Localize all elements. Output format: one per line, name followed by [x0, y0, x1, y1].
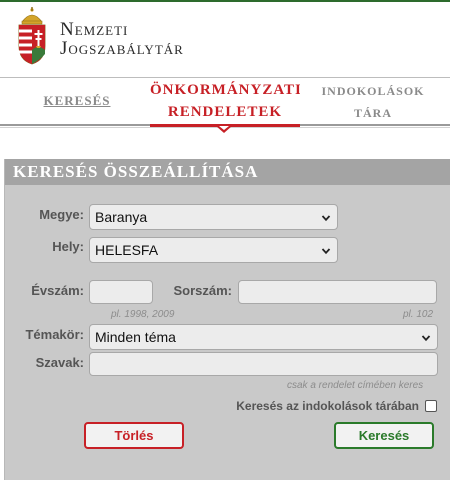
nav-tab-search[interactable]: KERESÉS — [38, 93, 116, 109]
place-select-value: HELESFA — [95, 242, 159, 258]
number-hint: pl. 102 — [403, 309, 434, 320]
nav-tab-local-decrees[interactable]: ÖNKORMÁNYZATI RENDELETEK — [150, 78, 300, 124]
reasons-checkbox-label: Keresés az indokolások tárában — [236, 399, 419, 413]
nav-tab-local-decrees-line2: RENDELETEK — [167, 104, 283, 120]
county-select-value: Baranya — [95, 209, 148, 225]
nav-active-caret-inner — [219, 126, 229, 130]
nav-tab-reasons-line2: TÁRA — [353, 106, 392, 120]
clear-button[interactable]: Törlés — [84, 422, 184, 449]
topic-select[interactable]: Minden téma — [89, 324, 438, 350]
year-hint: pl. 1998, 2009 — [111, 309, 175, 320]
county-label: Megye: — [39, 207, 84, 222]
site-brand[interactable]: Nemzeti Jogszabálytár — [60, 20, 184, 58]
coat-of-arms-icon[interactable] — [16, 6, 48, 66]
nav-tab-reasons[interactable]: INDOKOLÁSOK TÁRA — [318, 80, 428, 124]
reasons-checkbox[interactable] — [425, 400, 437, 412]
place-select[interactable]: HELESFA — [89, 237, 338, 263]
words-label: Szavak: — [35, 355, 84, 370]
form-title: KERESÉS ÖSSZEÁLLÍTÁSA — [5, 159, 450, 185]
number-label: Sorszám: — [173, 283, 232, 298]
nav-tab-local-decrees-line1: ÖNKORMÁNYZATI — [150, 82, 300, 98]
place-label: Hely: — [52, 239, 84, 254]
chevron-down-icon — [321, 215, 331, 222]
number-input[interactable] — [238, 280, 437, 304]
words-input[interactable] — [89, 352, 438, 376]
year-label: Évszám: — [31, 283, 84, 298]
brand-line-1: Nemzeti — [60, 19, 129, 40]
topic-label: Témakör: — [25, 327, 84, 342]
chevron-down-icon — [321, 248, 331, 255]
site-header: Nemzeti Jogszabálytár — [0, 2, 450, 70]
search-button[interactable]: Keresés — [334, 422, 434, 449]
topic-select-value: Minden téma — [95, 329, 176, 345]
words-hint: csak a rendelet címében keres — [287, 380, 424, 391]
chevron-down-icon — [421, 335, 431, 342]
county-select[interactable]: Baranya — [89, 204, 338, 230]
brand-line-2: Jogszabálytár — [60, 38, 184, 59]
nav-tab-reasons-line1: INDOKOLÁSOK — [321, 84, 425, 98]
year-input[interactable] — [89, 280, 153, 304]
